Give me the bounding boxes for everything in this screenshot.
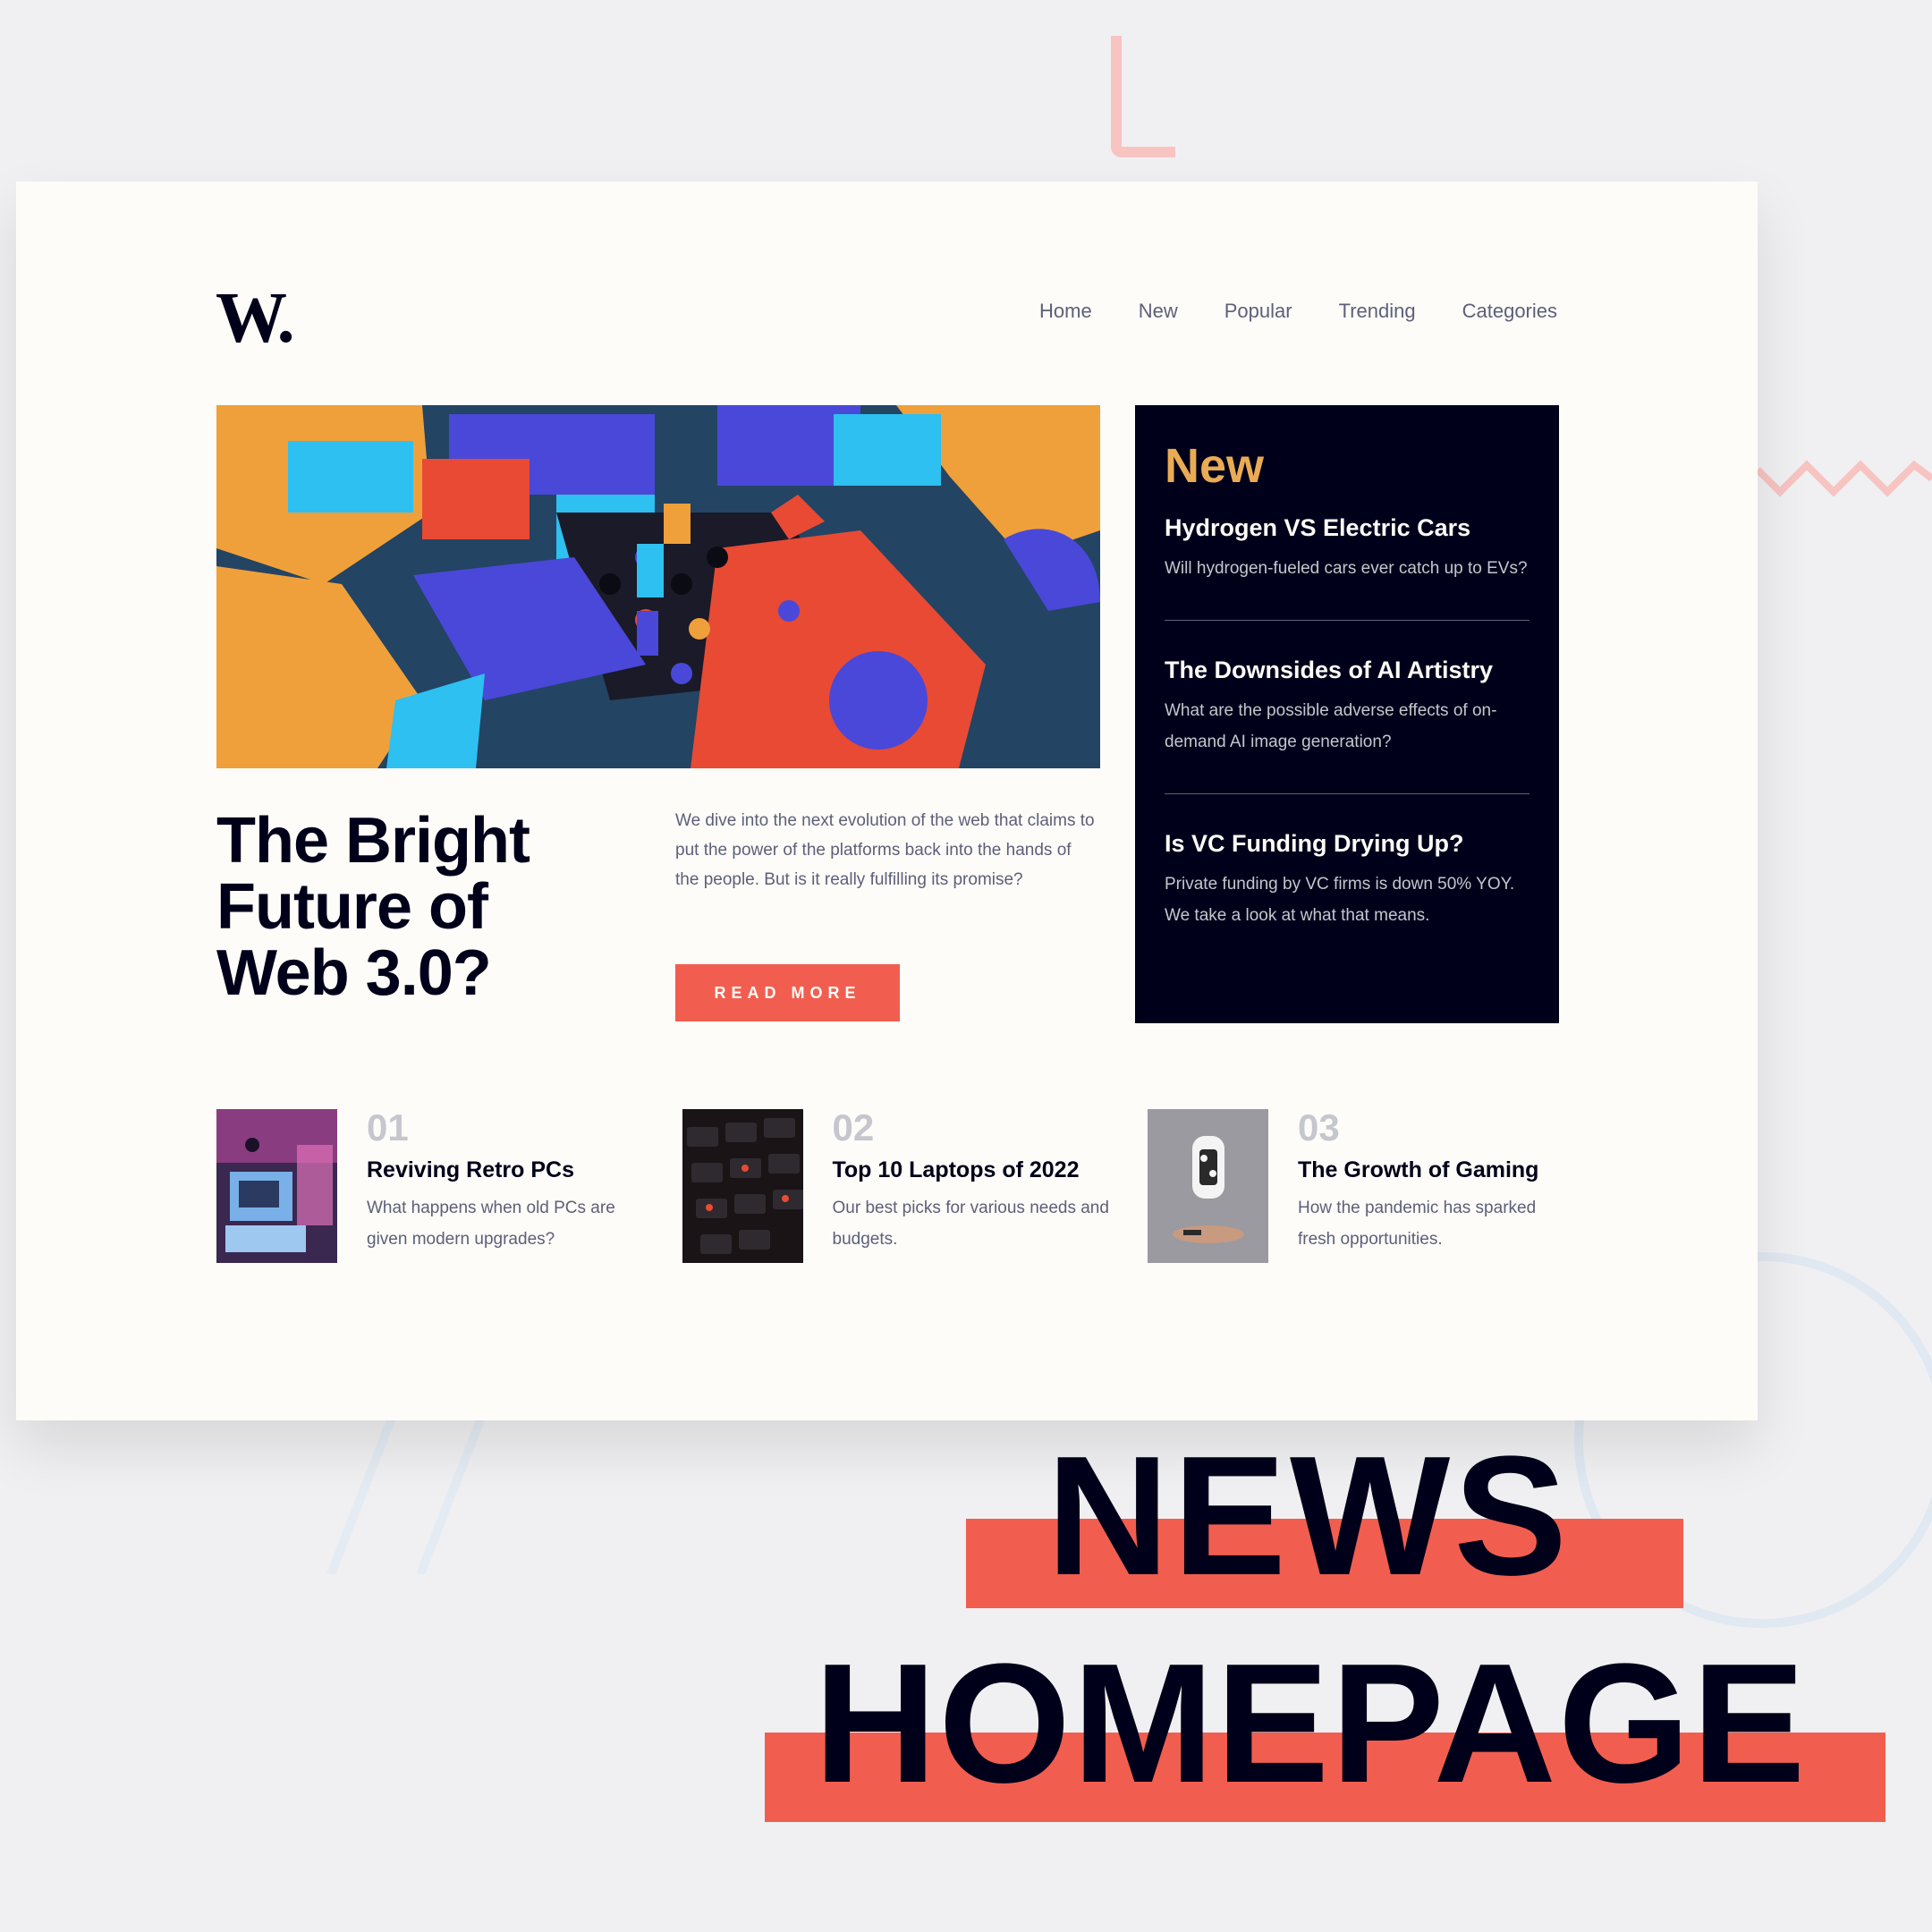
nav-item-home[interactable]: Home	[1039, 300, 1092, 323]
article-title[interactable]: The Growth of Gaming	[1298, 1157, 1575, 1183]
article-thumbnail-laptop-keyboard[interactable]	[682, 1109, 803, 1263]
new-item-description: Private funding by VC firms is down 50% …	[1165, 875, 1515, 925]
new-item-title[interactable]: The Downsides of AI Artistry	[1165, 657, 1530, 684]
article-card[interactable]: 02 Top 10 Laptops of 2022 Our best picks…	[682, 1109, 1109, 1263]
article-card[interactable]: 01 Reviving Retro PCs What happens when …	[216, 1109, 628, 1263]
new-item[interactable]: Hydrogen VS Electric Cars Will hydrogen-…	[1165, 514, 1530, 584]
nav-item-new[interactable]: New	[1139, 300, 1178, 323]
new-articles-panel: New Hydrogen VS Electric Cars Will hydro…	[1135, 405, 1559, 1023]
article-body: 02 Top 10 Laptops of 2022 Our best picks…	[833, 1109, 1110, 1263]
divider	[1165, 793, 1530, 794]
caption-line-homepage: HOMEPAGE	[814, 1629, 1808, 1818]
new-item[interactable]: Is VC Funding Drying Up? Private funding…	[1165, 830, 1530, 931]
nav-item-trending[interactable]: Trending	[1339, 300, 1416, 323]
article-thumbnail-retro-pc[interactable]	[216, 1109, 337, 1263]
numbered-articles: 01 Reviving Retro PCs What happens when …	[216, 1109, 1559, 1263]
decorative-zigzag	[1758, 460, 1932, 497]
decorative-slashes	[326, 1413, 487, 1574]
read-more-button[interactable]: READ MORE	[675, 964, 900, 1021]
new-item[interactable]: The Downsides of AI Artistry What are th…	[1165, 657, 1530, 758]
article-description: Our best picks for various needs and bud…	[832, 1199, 1109, 1249]
nav-item-popular[interactable]: Popular	[1224, 300, 1292, 323]
divider	[1165, 620, 1530, 621]
article-number: 01	[367, 1106, 409, 1148]
nav-item-categories[interactable]: Categories	[1462, 300, 1557, 323]
caption-line-news: NEWS	[1046, 1421, 1571, 1611]
decorative-l-shape	[1111, 36, 1175, 157]
hero-description: We dive into the next evolution of the w…	[675, 811, 1095, 889]
article-number: 03	[1298, 1106, 1340, 1148]
article-title[interactable]: Reviving Retro PCs	[367, 1157, 644, 1183]
article-description: What happens when old PCs are given mode…	[367, 1199, 615, 1249]
new-item-title[interactable]: Hydrogen VS Electric Cars	[1165, 514, 1530, 542]
article-number: 02	[832, 1106, 875, 1148]
hero-image	[216, 405, 1100, 768]
site-logo[interactable]: W.	[216, 278, 295, 360]
new-item-description: Will hydrogen-fueled cars ever catch up …	[1165, 559, 1528, 578]
article-title[interactable]: Top 10 Laptops of 2022	[833, 1157, 1110, 1183]
website-preview-card: W. Home New Popular Trending Categories	[16, 182, 1758, 1420]
new-item-title[interactable]: Is VC Funding Drying Up?	[1165, 830, 1530, 858]
hero-title: The Bright Future of Web 3.0?	[216, 805, 530, 1009]
article-body: 01 Reviving Retro PCs What happens when …	[367, 1109, 644, 1263]
new-item-description: What are the possible adverse effects of…	[1165, 701, 1497, 751]
new-panel-heading: New	[1165, 439, 1265, 493]
main-nav: Home New Popular Trending Categories	[1039, 300, 1557, 323]
article-thumbnail-gamepad[interactable]	[1148, 1109, 1268, 1263]
article-body: 03 The Growth of Gaming How the pandemic…	[1298, 1109, 1575, 1263]
article-card[interactable]: 03 The Growth of Gaming How the pandemic…	[1148, 1109, 1559, 1263]
article-description: How the pandemic has sparked fresh oppor…	[1298, 1199, 1537, 1249]
